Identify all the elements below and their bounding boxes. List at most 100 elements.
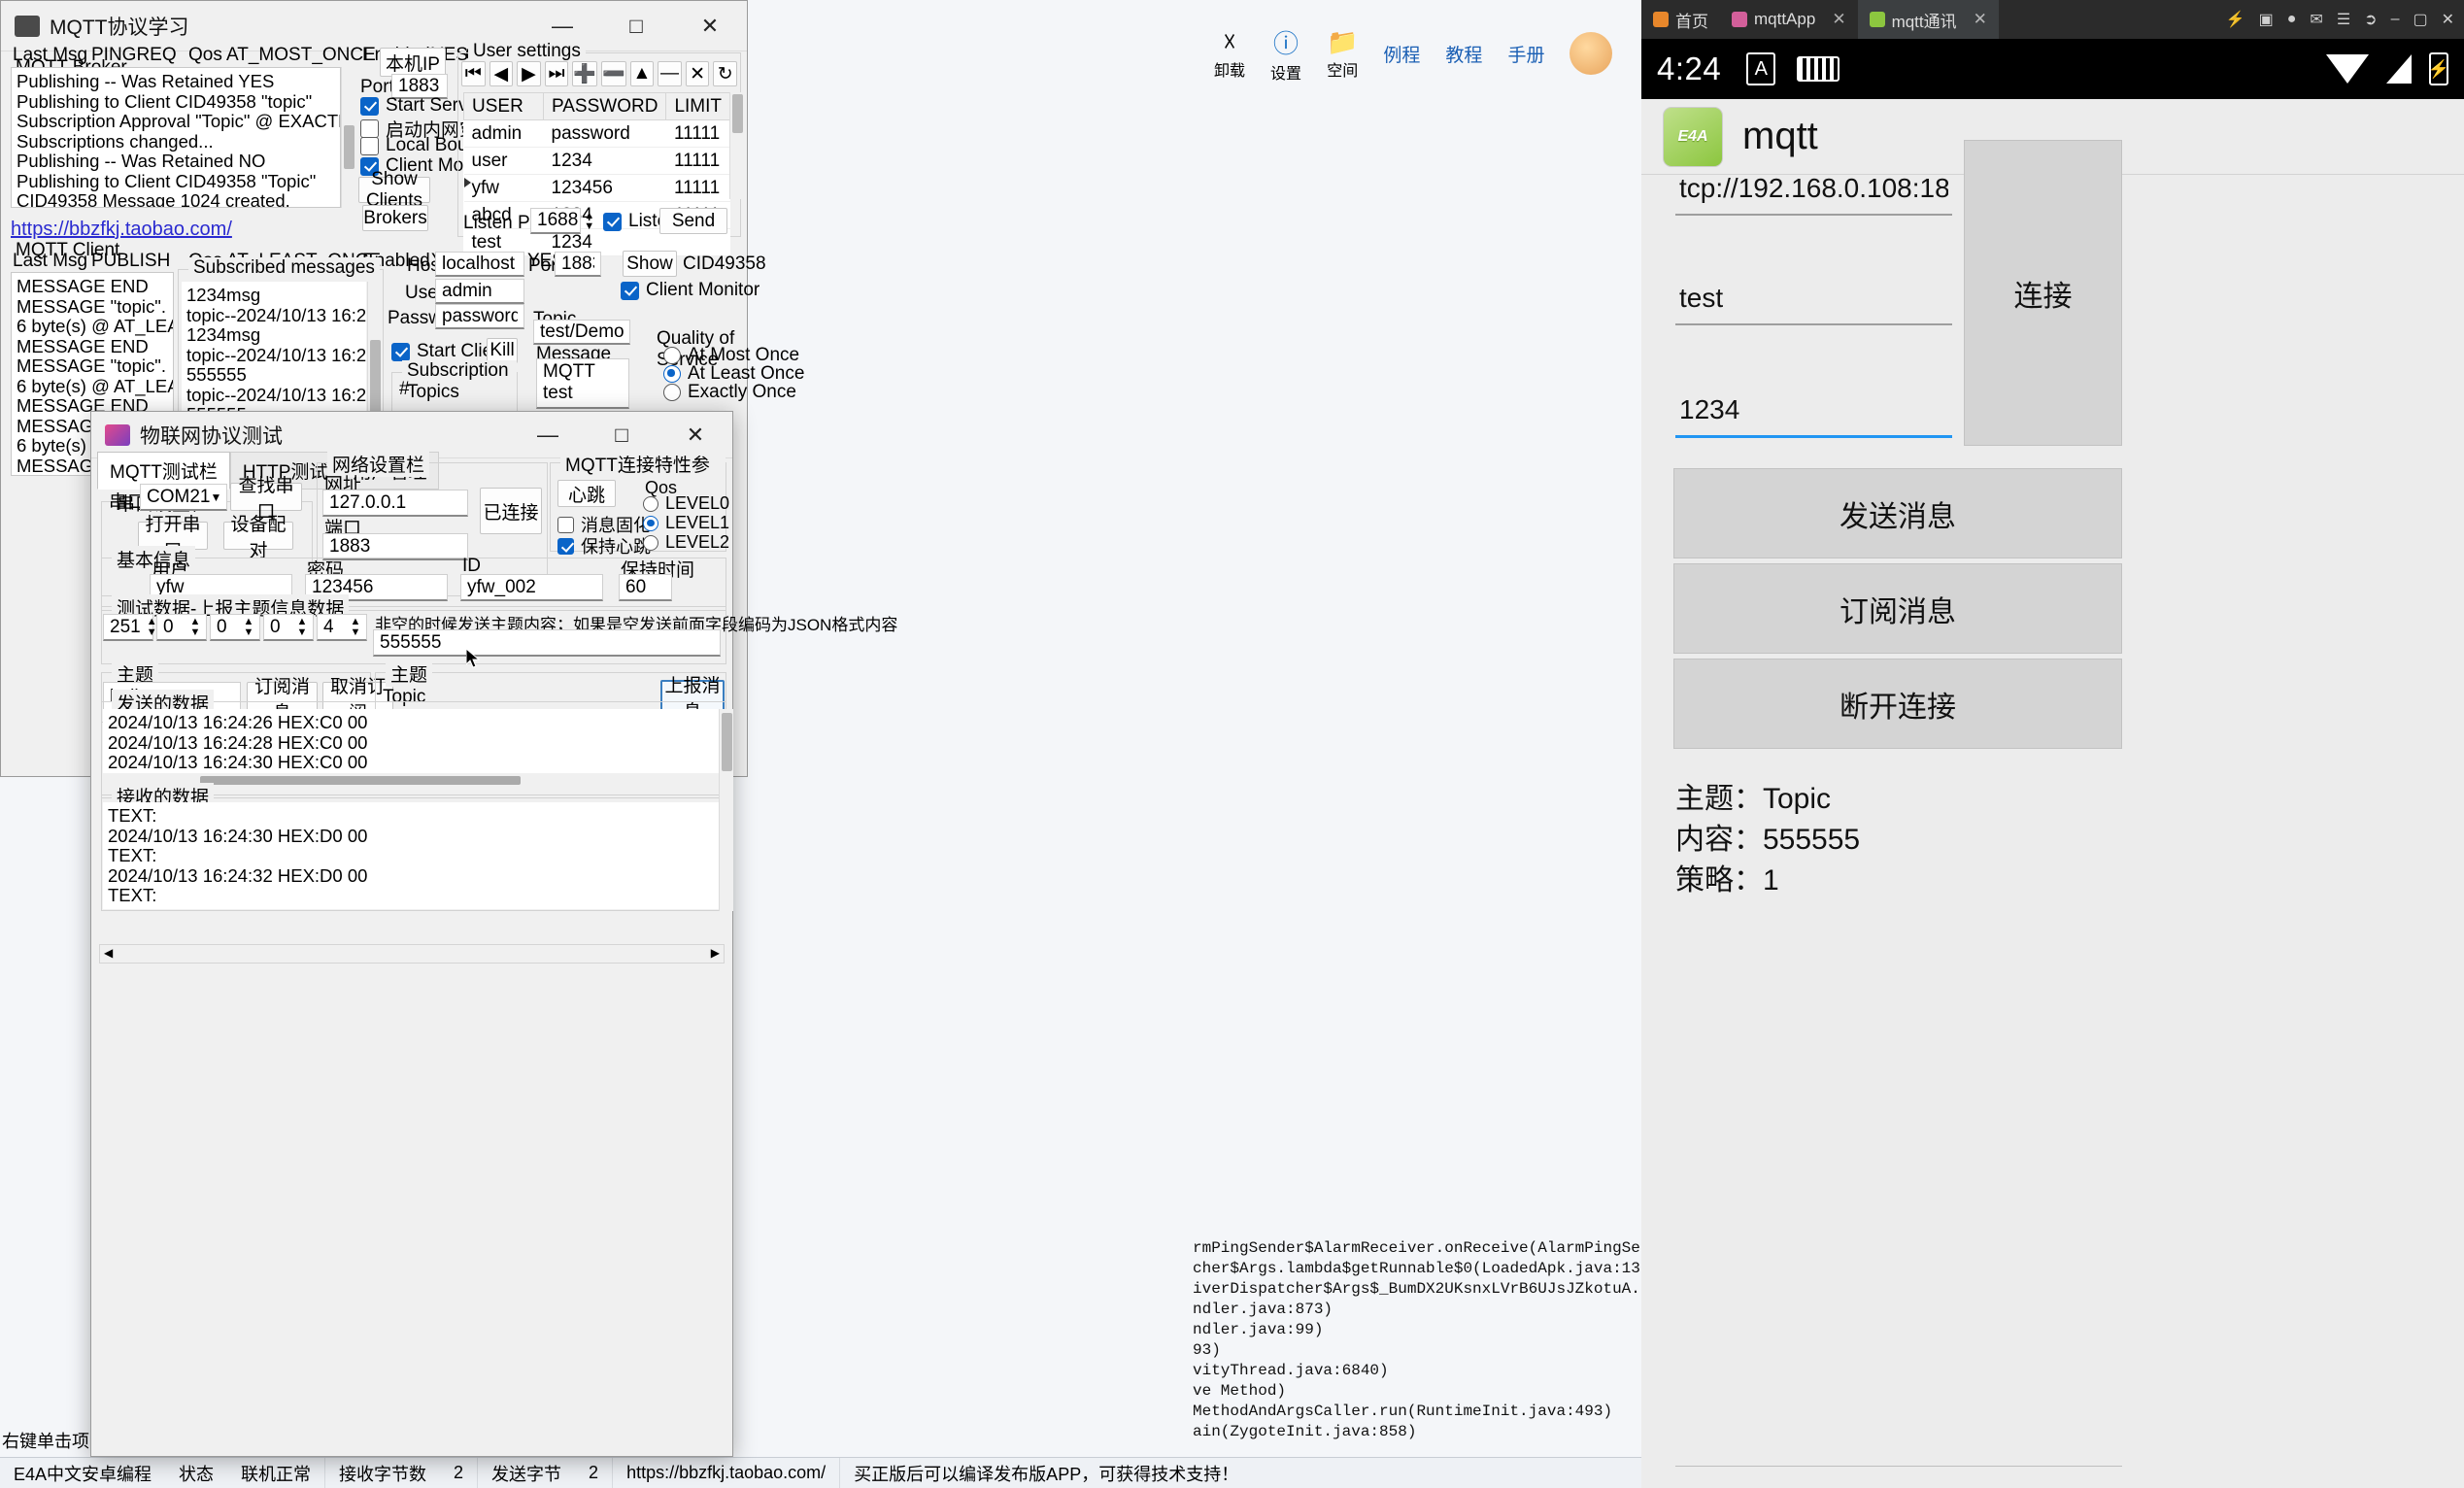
qos-level2[interactable]: LEVEL2 <box>643 532 729 553</box>
show-button[interactable]: Show <box>623 251 677 277</box>
send-message-button[interactable]: 发送消息 <box>1673 468 2122 558</box>
close-icon[interactable]: ✕ <box>1832 10 1845 29</box>
broker-log-list[interactable]: Publishing -- Was Retained YES Publishin… <box>11 67 341 208</box>
basic-id-input[interactable] <box>460 574 603 601</box>
tab-home[interactable]: 首页 <box>1641 0 1720 39</box>
sent-data-list[interactable]: 2024/10/13 16:24:26 HEX:C0 00 2024/10/13… <box>103 709 725 783</box>
table-header-row: USER PASSWORD LIMIT <box>463 92 730 120</box>
pair-device-button[interactable]: 设备配对 <box>223 515 293 561</box>
stepper-arrows[interactable]: ▲ ▼ <box>584 209 594 232</box>
message-input[interactable] <box>1675 390 1952 438</box>
client-port-input[interactable] <box>555 252 601 277</box>
menu-icon[interactable]: ☰ <box>2337 10 2350 29</box>
test-spinner-2[interactable]: 0 ▲ ▼ <box>210 614 260 641</box>
taobao-link[interactable]: https://bbzfkj.taobao.com/ <box>11 219 232 241</box>
close-icon[interactable]: ✕ <box>2442 10 2454 29</box>
recv-data-list[interactable]: TEXT: 2024/10/13 16:24:30 HEX:D0 00 TEXT… <box>103 802 725 909</box>
close-icon[interactable]: ✕ <box>1974 10 1987 29</box>
tutorial-label[interactable]: 教程 <box>1445 41 1482 67</box>
chip-icon <box>15 15 40 37</box>
test-spinner-4[interactable]: 4 ▲ ▼ <box>317 614 367 641</box>
connect-button[interactable]: 连接 <box>1964 140 2122 446</box>
test-spinner-0[interactable]: 251 ▲ ▼ <box>103 614 157 641</box>
broker-log-scrollbar[interactable] <box>341 67 355 208</box>
qos-exactly-once[interactable]: Exactly Once <box>663 382 796 403</box>
col-limit: LIMIT <box>665 92 730 120</box>
screenshot-icon[interactable]: ▣ <box>2259 10 2274 29</box>
network-addr-input[interactable] <box>322 490 468 517</box>
dialog-hscroll[interactable]: ◀ ▶ <box>99 944 725 964</box>
user-table-scrollbar[interactable] <box>729 92 744 199</box>
stepper-arrows[interactable]: ▲ ▼ <box>185 615 206 639</box>
qos-level0[interactable]: LEVEL0 <box>643 493 729 514</box>
mail-icon[interactable]: ✉ <box>2310 10 2322 29</box>
remove-icon[interactable]: ➖ <box>600 61 626 86</box>
up-icon[interactable]: ▲ <box>629 61 655 86</box>
cancel-icon[interactable]: ✕ <box>685 61 710 86</box>
client-password-input[interactable] <box>435 304 524 329</box>
folder-icon[interactable]: 📁 空间 <box>1327 27 1358 81</box>
account-icon[interactable]: ● <box>2287 11 2297 28</box>
settings-icon[interactable]: ⓘ 设置 <box>1270 24 1301 84</box>
maximize-icon[interactable]: ▢ <box>2413 10 2427 29</box>
test-spinner-3[interactable]: 0 ▲ ▼ <box>263 614 314 641</box>
serial-port-combo[interactable]: COM21 ▼ <box>140 484 227 511</box>
scroll-left-icon[interactable]: ◀ <box>104 946 113 960</box>
connected-button[interactable]: 已连接 <box>480 488 542 534</box>
client-monitor-checkbox[interactable]: Client Monitor <box>621 280 759 301</box>
network-port-input[interactable] <box>322 533 468 560</box>
minimize-icon[interactable]: – <box>2391 11 2400 28</box>
status-taobao-link[interactable]: https://bbzfkj.taobao.com/ <box>613 1458 841 1488</box>
stepper-arrows[interactable]: ▲ ▼ <box>147 615 157 639</box>
refresh-icon[interactable]: ↻ <box>713 61 737 86</box>
tab-mqtt-comm[interactable]: mqtt通讯 ✕ <box>1857 0 1999 39</box>
add-icon[interactable]: ➕ <box>572 61 597 86</box>
example-label[interactable]: 例程 <box>1383 41 1420 67</box>
qos-level1[interactable]: LEVEL1 <box>643 513 729 533</box>
test-content-input[interactable] <box>373 629 721 657</box>
spinner-value: 251 <box>110 616 141 637</box>
table-row[interactable]: user 1234 11111 <box>463 147 730 175</box>
stepper-arrows[interactable]: ▲ ▼ <box>345 615 366 639</box>
disconnect-button[interactable]: 断开连接 <box>1673 659 2122 749</box>
first-icon[interactable]: ⏮ <box>461 61 486 86</box>
tab-mqttapp[interactable]: mqttApp ✕ <box>1720 0 1858 39</box>
maximize-icon[interactable]: □ <box>599 1 673 51</box>
table-row[interactable]: yfw 123456 11111 <box>463 174 730 202</box>
topic-input[interactable] <box>1675 279 1952 325</box>
close-icon[interactable]: ✕ <box>673 1 747 51</box>
last-icon[interactable]: ⏭ <box>544 61 569 86</box>
scroll-right-icon[interactable]: ▶ <box>711 946 720 960</box>
client-topic-input[interactable] <box>533 320 630 345</box>
client-message-input[interactable]: MQTT test <box>536 358 629 409</box>
find-serial-button[interactable]: 查找串口 <box>230 476 302 523</box>
local-ip-button[interactable]: 本机IP <box>380 48 446 77</box>
uninstall-icon[interactable]: ☓ 卸载 <box>1214 27 1245 81</box>
stepper-arrows[interactable]: ▲ ▼ <box>291 615 313 639</box>
subscribe-message-button[interactable]: 订阅消息 <box>1673 563 2122 654</box>
logcat-panel: rmPingSender$AlarmReceiver.onReceive(Ala… <box>1193 1238 1641 1471</box>
show-clients-button[interactable]: Show Clients <box>358 169 430 211</box>
recv-data-vscroll[interactable] <box>719 709 733 911</box>
send-button[interactable]: Send <box>659 208 727 234</box>
popout-icon[interactable]: ➲ <box>2364 10 2377 29</box>
edit-icon[interactable]: — <box>658 61 682 86</box>
manual-label[interactable]: 手册 <box>1507 41 1544 67</box>
play-icon[interactable]: ▶ <box>517 61 541 86</box>
client-host-input[interactable] <box>435 252 524 277</box>
heartbeat-button[interactable]: 心跳 <box>557 480 616 507</box>
listen-port-stepper[interactable]: 1688 ▲ ▼ <box>530 208 594 234</box>
table-row[interactable]: admin password 11111 <box>463 119 730 148</box>
bolt-icon[interactable]: ⚡ <box>2226 10 2245 29</box>
basic-keepalive-input[interactable] <box>619 574 672 601</box>
prev-icon[interactable]: ◀ <box>489 61 514 86</box>
stepper-arrows[interactable]: ▲ ▼ <box>238 615 259 639</box>
test-spinner-1[interactable]: 0 ▲ ▼ <box>156 614 207 641</box>
broker-lastmsg-value: PINGREQ <box>91 45 177 65</box>
chevron-down-icon[interactable]: ▼ <box>210 490 221 504</box>
cell-user: admin <box>463 119 544 148</box>
brokers-button[interactable]: Brokers <box>362 205 428 231</box>
client-user-input[interactable] <box>435 279 524 304</box>
subscribed-line: topic--2024/10/13 16:23:52 <box>186 384 366 405</box>
address-input[interactable] <box>1675 169 1952 216</box>
